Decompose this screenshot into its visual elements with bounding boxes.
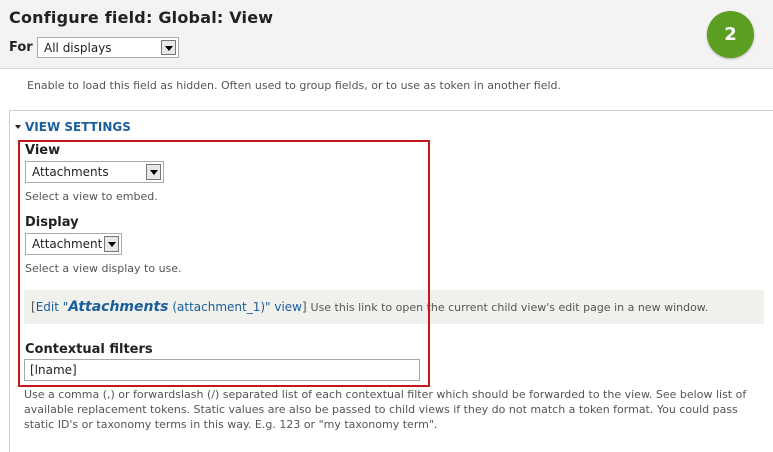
view-settings-label: VIEW SETTINGS (25, 120, 131, 134)
highlight-box (18, 140, 430, 387)
page-title: Configure field: Global: View (9, 8, 274, 27)
for-label: For (9, 40, 33, 55)
hidden-field-description: Enable to load this field as hidden. Oft… (27, 79, 562, 92)
view-settings-legend[interactable]: VIEW SETTINGS (15, 120, 131, 134)
fieldset-left-border (9, 110, 10, 452)
for-display-select-value: All displays (44, 40, 112, 55)
contextual-filters-description: Use a comma (,) or forwardslash (/) sepa… (24, 388, 747, 431)
chevron-down-icon (161, 40, 176, 55)
dialog-header: Configure field: Global: View For All di… (0, 0, 773, 69)
collapse-triangle-icon (15, 125, 21, 129)
fieldset-top-border (10, 110, 773, 111)
for-display-select[interactable]: All displays (37, 37, 179, 58)
step-badge: 2 (707, 11, 754, 58)
